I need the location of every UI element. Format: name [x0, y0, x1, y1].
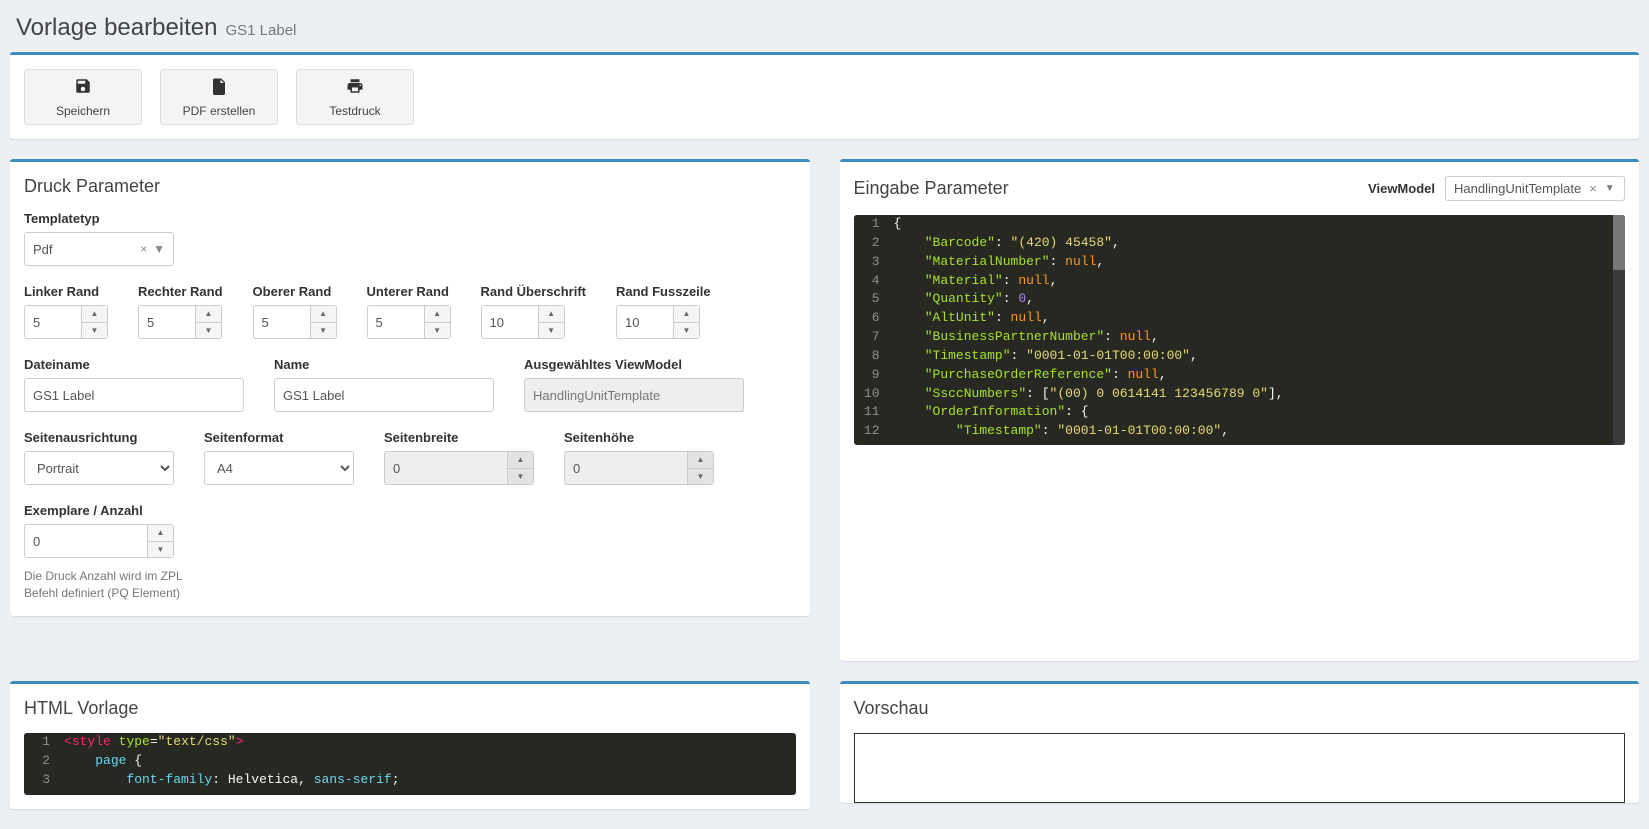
html-template-panel: HTML Vorlage 1<style type="text/css">2 p…: [10, 681, 810, 809]
unterer-rand-value: 5: [368, 315, 383, 330]
unterer-rand-label: Unterer Rand: [367, 284, 451, 299]
seitenbreite-input: 0 ▲▼: [384, 451, 534, 485]
oberer-rand-label: Oberer Rand: [253, 284, 337, 299]
ausg-viewmodel-input: [524, 378, 744, 412]
create-pdf-button[interactable]: PDF erstellen: [160, 69, 278, 125]
linker-rand-label: Linker Rand: [24, 284, 108, 299]
step-up-icon[interactable]: ▲: [311, 306, 336, 323]
seitenausrichtung-label: Seitenausrichtung: [24, 430, 174, 445]
rand-ueberschrift-label: Rand Überschrift: [481, 284, 586, 299]
name-label: Name: [274, 357, 494, 372]
step-down-icon[interactable]: ▼: [674, 323, 699, 339]
exemplare-label: Exemplare / Anzahl: [24, 503, 796, 518]
step-down-icon: ▼: [508, 469, 533, 485]
seitenhoehe-label: Seitenhöhe: [564, 430, 714, 445]
linker-rand-input[interactable]: 5 ▲▼: [24, 305, 108, 339]
preview-area: [854, 733, 1626, 803]
clear-icon[interactable]: ×: [140, 242, 147, 256]
rechter-rand-value: 5: [139, 315, 154, 330]
scroll-thumb[interactable]: [1613, 215, 1625, 270]
name-input[interactable]: [274, 378, 494, 412]
test-print-button[interactable]: Testdruck: [296, 69, 414, 125]
rechter-rand-input[interactable]: 5 ▲▼: [138, 305, 222, 339]
save-button[interactable]: Speichern: [24, 69, 142, 125]
print-params-title: Druck Parameter: [10, 162, 810, 197]
step-up-icon[interactable]: ▲: [539, 306, 564, 323]
dateiname-label: Dateiname: [24, 357, 244, 372]
seitenhoehe-value: 0: [565, 461, 580, 476]
file-pdf-icon: [210, 77, 228, 104]
print-params-panel: Druck Parameter Templatetyp Pdf × ▼ Linke…: [10, 159, 810, 616]
page-subtitle: GS1 Label: [226, 22, 297, 39]
input-params-panel: Eingabe Parameter ViewModel HandlingUnit…: [840, 159, 1640, 661]
step-up-icon[interactable]: ▲: [148, 525, 173, 542]
step-down-icon[interactable]: ▼: [425, 323, 450, 339]
templatetyp-label: Templatetyp: [24, 211, 796, 226]
seitenausrichtung-select[interactable]: Portrait: [24, 451, 174, 485]
test-print-label: Testdruck: [329, 104, 380, 118]
rand-ueberschrift-value: 10: [482, 315, 504, 330]
step-up-icon: ▲: [688, 452, 713, 469]
ausg-viewmodel-label: Ausgewähltes ViewModel: [524, 357, 744, 372]
step-down-icon[interactable]: ▼: [148, 542, 173, 558]
step-up-icon[interactable]: ▲: [82, 306, 107, 323]
seitenformat-select[interactable]: A4: [204, 451, 354, 485]
print-icon: [346, 77, 364, 104]
templatetyp-value: Pdf: [33, 242, 53, 257]
unterer-rand-input[interactable]: 5 ▲▼: [367, 305, 451, 339]
preview-title: Vorschau: [840, 684, 1640, 719]
rand-fusszeile-input[interactable]: 10 ▲▼: [616, 305, 700, 339]
rand-ueberschrift-input[interactable]: 10 ▲▼: [481, 305, 565, 339]
step-down-icon[interactable]: ▼: [196, 323, 221, 339]
dateiname-input[interactable]: [24, 378, 244, 412]
save-label: Speichern: [56, 104, 110, 118]
page-title: Vorlage bearbeiten: [16, 14, 218, 42]
toolbar-panel: Speichern PDF erstellen Testdruck: [10, 52, 1639, 139]
rechter-rand-label: Rechter Rand: [138, 284, 223, 299]
html-editor[interactable]: 1<style type="text/css">2 page {3 font-f…: [24, 733, 796, 795]
step-up-icon: ▲: [508, 452, 533, 469]
seitenformat-label: Seitenformat: [204, 430, 354, 445]
caret-down-icon[interactable]: ▼: [153, 242, 165, 256]
templatetyp-select[interactable]: Pdf × ▼: [24, 232, 174, 266]
oberer-rand-input[interactable]: 5 ▲▼: [253, 305, 337, 339]
caret-down-icon[interactable]: ▼: [1605, 183, 1615, 194]
viewmodel-label: ViewModel: [1368, 181, 1435, 196]
viewmodel-select[interactable]: HandlingUnitTemplate × ▼: [1445, 176, 1625, 201]
oberer-rand-value: 5: [254, 315, 269, 330]
step-down-icon[interactable]: ▼: [82, 323, 107, 339]
page-header: Vorlage bearbeiten GS1 Label: [10, 0, 1639, 52]
seitenbreite-value: 0: [385, 461, 400, 476]
preview-panel: Vorschau: [840, 681, 1640, 803]
step-down-icon: ▼: [688, 469, 713, 485]
linker-rand-value: 5: [25, 315, 40, 330]
clear-icon[interactable]: ×: [1589, 181, 1597, 196]
step-down-icon[interactable]: ▼: [311, 323, 336, 339]
step-up-icon[interactable]: ▲: [425, 306, 450, 323]
seitenbreite-label: Seitenbreite: [384, 430, 534, 445]
input-params-title: Eingabe Parameter: [854, 178, 1009, 199]
save-icon: [74, 77, 92, 104]
rand-fusszeile-value: 10: [617, 315, 639, 330]
html-template-title: HTML Vorlage: [10, 684, 810, 719]
create-pdf-label: PDF erstellen: [183, 104, 256, 118]
exemplare-hint: Die Druck Anzahl wird im ZPL Befehl defi…: [24, 568, 204, 602]
step-down-icon[interactable]: ▼: [539, 323, 564, 339]
step-up-icon[interactable]: ▲: [196, 306, 221, 323]
json-editor[interactable]: 1{2 "Barcode": "(420) 45458",3 "Material…: [854, 215, 1626, 445]
step-up-icon[interactable]: ▲: [674, 306, 699, 323]
seitenhoehe-input: 0 ▲▼: [564, 451, 714, 485]
exemplare-input[interactable]: 0 ▲▼: [24, 524, 174, 558]
rand-fusszeile-label: Rand Fusszeile: [616, 284, 711, 299]
exemplare-value: 0: [25, 534, 40, 549]
viewmodel-value: HandlingUnitTemplate: [1454, 181, 1581, 196]
